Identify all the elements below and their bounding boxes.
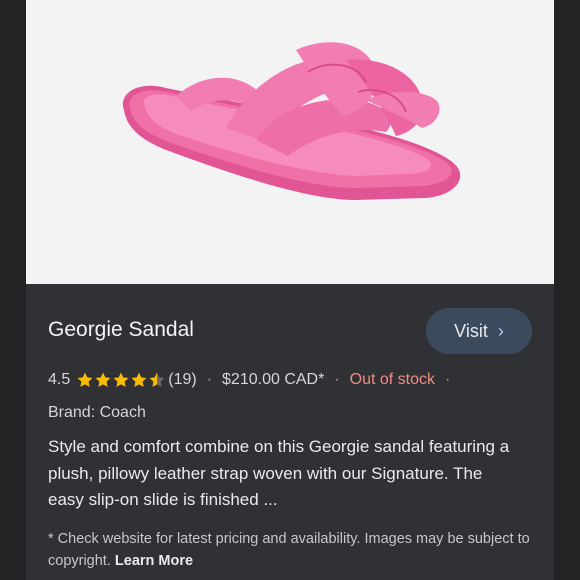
star-icon: [113, 372, 129, 387]
separator-dot: ·: [334, 371, 340, 388]
product-title: Georgie Sandal: [48, 318, 194, 341]
left-frame: [0, 0, 26, 580]
rating-stars: [76, 371, 166, 389]
separator-dot: ·: [445, 371, 451, 388]
product-image[interactable]: [26, 0, 554, 284]
learn-more-link[interactable]: Learn More: [115, 553, 193, 569]
sandal-illustration: [122, 42, 461, 200]
rating-value: 4.5: [48, 371, 71, 388]
star-icon: [95, 372, 111, 387]
visit-button[interactable]: Visit ›: [426, 308, 532, 354]
brand: Brand: Coach: [48, 404, 146, 421]
stock-status: Out of stock: [349, 371, 436, 388]
star-icon: [131, 372, 147, 387]
price: $210.00 CAD*: [222, 371, 325, 388]
star-icon: [77, 372, 93, 387]
disclaimer: * Check website for latest pricing and a…: [48, 528, 538, 572]
chevron-right-icon: ›: [497, 320, 504, 341]
product-card: Georgie Sandal Visit › 4.5 (19) · $210.0…: [26, 284, 554, 580]
review-count[interactable]: (19): [168, 371, 196, 389]
separator-dot: ·: [206, 371, 213, 388]
right-frame: [554, 0, 580, 580]
visit-label: Visit: [454, 320, 488, 341]
product-meta: 4.5 (19) · $210.00 CAD* · Out of stock ·: [48, 368, 460, 392]
product-description: Style and comfort combine on this Georgi…: [48, 437, 510, 509]
star-half-icon: [149, 372, 165, 387]
